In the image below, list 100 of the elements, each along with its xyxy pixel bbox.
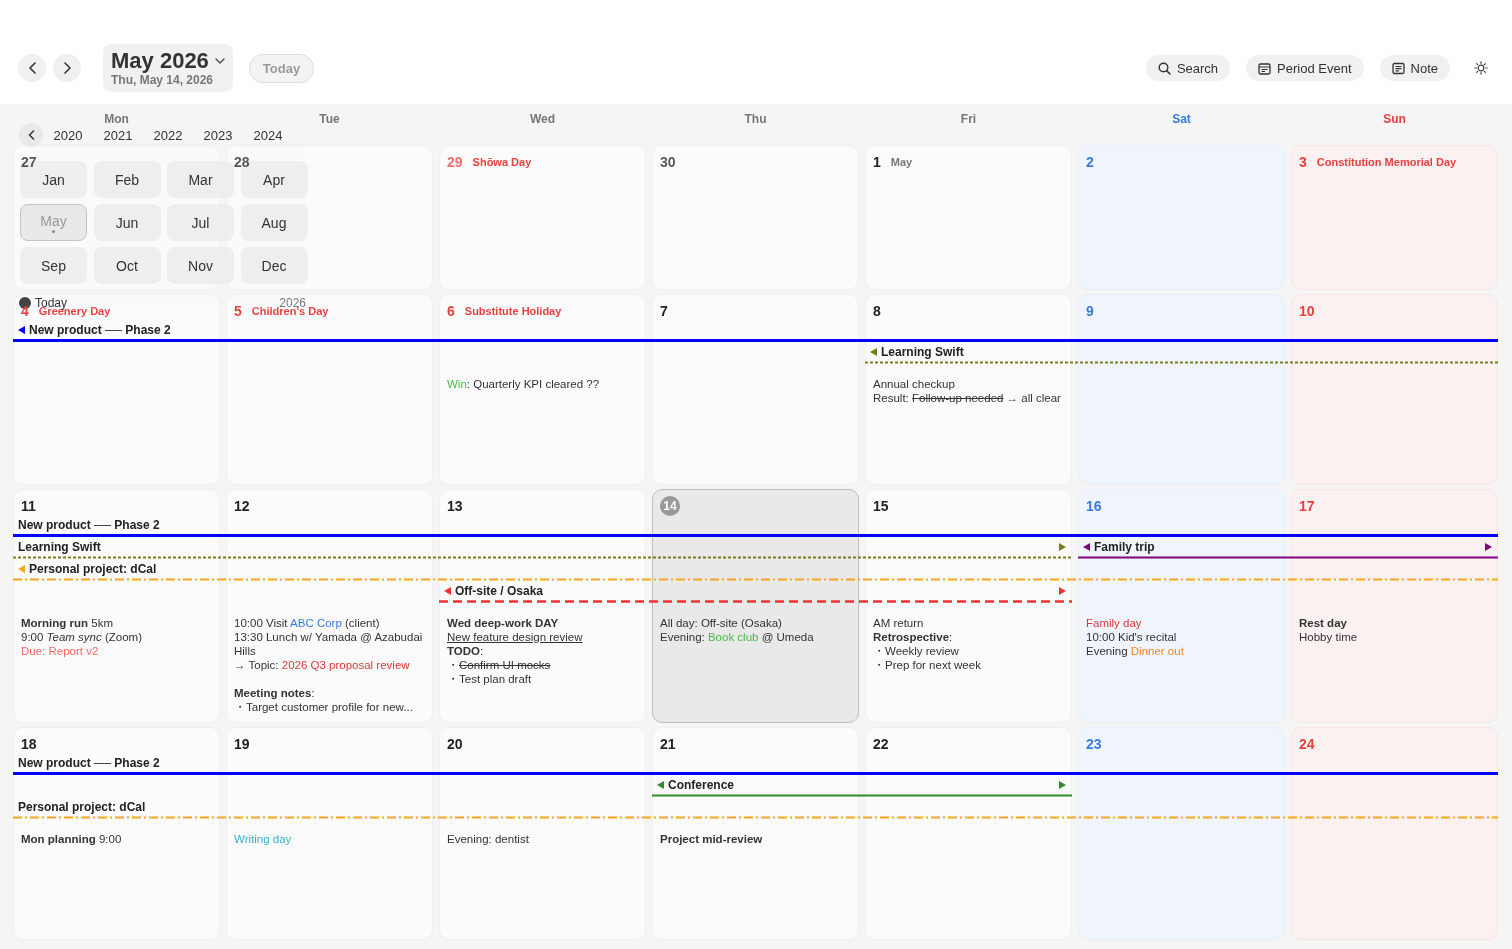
month-option[interactable]: Jun [93,204,161,241]
next-button[interactable] [53,54,81,82]
event-title[interactable]: Off-site / Osaka [455,583,543,598]
holiday-label: Substitute Holiday [464,305,562,317]
day-cell[interactable]: 9 [1078,294,1285,485]
note-line: TODO: [447,644,485,658]
toolbar-button[interactable]: Period Event [1246,55,1364,81]
day-number: 5 [234,302,242,321]
day-number: 29 [447,153,463,172]
day-cell[interactable]: 7 [652,294,859,485]
day-cell[interactable]: 15 AM return Retrospective: ・Weekly review ・Prep for next week [865,489,1072,723]
day-cell[interactable]: 17 Rest day Hobby time [1291,489,1498,723]
chevron-left-icon [27,62,37,74]
note-line: Morning run 5km [21,616,114,630]
day-number: 13 [447,497,463,516]
month-option[interactable]: Mar [167,161,234,198]
note-line: All day: Off-site (Osaka) [660,616,783,630]
event-title[interactable]: Conference [668,777,735,792]
event-title[interactable]: Learning Swift [18,539,101,554]
note-line: Project mid-review [660,832,764,846]
month-selector[interactable]: May 2026 Thu, May 14, 2026 [103,44,233,92]
day-cell[interactable]: 12 10:00 Visit ABC Corp (client) 13:30 Lunch w/ Yamada @ Azabudai Hills → Topic: 2026 Q3 proposal review Meeting notes: ・Target customer profile for new... [226,489,433,723]
year-option[interactable]: 2021 [93,127,143,143]
day-cell[interactable]: 3 Constitution Memorial Day [1291,145,1498,290]
day-number: 23 [1086,735,1102,754]
day-cell[interactable]: 2 [1078,145,1285,290]
year-option[interactable]: 2020 [43,127,93,143]
day-cell[interactable]: 19 Writing day [226,727,433,940]
month-option[interactable]: Aug [240,204,308,241]
day-cell[interactable]: 29 Shōwa Day [439,145,646,290]
previous-button[interactable] [18,54,46,82]
day-number: 11 [21,497,36,516]
day-number: 30 [660,153,676,172]
note-line: New feature design review [447,630,584,644]
day-cell[interactable]: 10 [1291,294,1498,485]
holiday-label: Constitution Memorial Day [1316,156,1457,168]
previous-years-button[interactable] [19,123,43,147]
note-line: Annual checkup [873,377,956,391]
day-number: 7 [660,302,668,321]
weekday-label: Mon [103,111,130,128]
day-cell[interactable]: 24 [1291,727,1498,940]
event-title[interactable]: New product ── Phase 2 [29,322,171,337]
note-line: AM return [873,616,925,630]
month-option[interactable]: Sep [20,247,87,284]
calendar-icon [1258,61,1272,75]
note-line: ・Target customer profile for new... [234,700,414,714]
month-label: May [890,156,913,168]
day-cell[interactable]: 30 [652,145,859,290]
day-number: 19 [234,735,250,754]
day-cell[interactable]: 23 [1078,727,1285,940]
day-number: 18 [21,735,37,754]
weekday-label: Thu [743,111,768,128]
sun-icon[interactable] [1474,61,1488,75]
weekday-label: Fri [959,111,978,128]
event-title[interactable]: Personal project: dCal [29,561,157,576]
note-line: Meeting notes: [234,686,316,700]
day-cell[interactable]: 6 Substitute Holiday Win: Quarterly KPI cleared ?? [439,294,646,485]
year-option[interactable]: 2022 [143,127,193,143]
year-option[interactable]: 2023 [193,127,243,143]
day-cell[interactable]: 22 [865,727,1072,940]
day-cell[interactable]: 14 All day: Off-site (Osaka) Evening: Book club @ Umeda [652,489,859,723]
day-number: 15 [873,497,889,516]
day-number: 1 [873,153,881,172]
note-line: Wed deep-work DAY [447,616,560,630]
note-line: 13:30 Lunch w/ Yamada @ Azabudai Hills [234,630,424,658]
day-number: 8 [873,302,881,321]
event-title[interactable]: Personal project: dCal [18,799,146,814]
note-line: Result: Follow-up needed → all clear [873,391,1062,405]
month-option[interactable]: Feb [93,161,161,198]
month-option[interactable]: Dec [240,247,308,284]
note-line: Family day [1086,616,1143,630]
note-line: Rest day [1299,616,1348,630]
day-number: 10 [1299,302,1315,321]
event-title[interactable]: New product ── Phase 2 [18,755,160,770]
note-line: ・Confirm UI mocks [447,658,552,672]
event-title[interactable]: Family trip [1094,539,1155,554]
note-line: Evening: dentist [447,832,530,846]
note-line: Due: Report v2 [21,644,100,658]
note-line: ・Weekly review [873,644,960,658]
note-line: Writing day [234,832,293,846]
event-title[interactable]: Learning Swift [881,344,964,359]
note-line: Evening Dinner out [1086,644,1185,658]
toolbar-button[interactable]: Search [1145,55,1231,81]
month-option[interactable]: Oct [93,247,161,284]
search-icon [1157,61,1171,75]
note-line: Mon planning 9:00 [21,832,123,846]
day-number: 16 [1086,497,1102,516]
day-number: 14 [660,496,680,516]
month-option[interactable]: Jul [167,204,234,241]
toolbar-button[interactable]: Note [1379,55,1450,81]
note-line: Retrospective: [873,630,954,644]
note-line: 10:00 Kid's recital [1086,630,1178,644]
event-title[interactable]: New product ── Phase 2 [18,517,160,532]
day-cell[interactable]: 1 May [865,145,1072,290]
year-option[interactable]: 2024 [243,127,293,143]
day-number: 12 [234,497,250,516]
day-number: 2 [1086,153,1094,172]
note-line: 10:00 Visit ABC Corp (client) [234,616,381,630]
month-option[interactable]: Nov [167,247,234,284]
day-cell[interactable]: 20 Evening: dentist [439,727,646,940]
